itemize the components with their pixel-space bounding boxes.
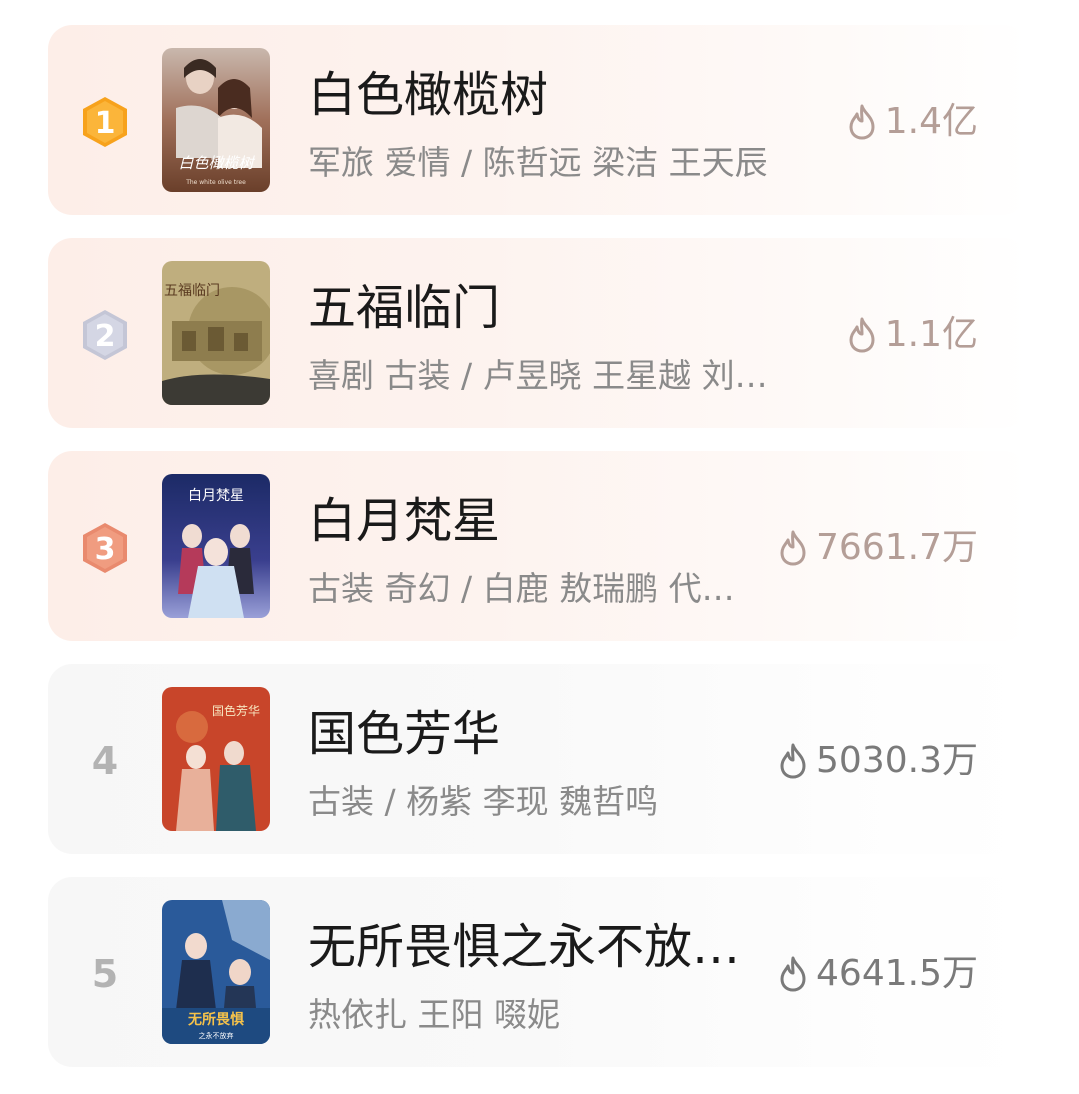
rank-number: 4: [91, 739, 119, 783]
flame-icon: [847, 103, 877, 141]
list-item[interactable]: 3 白月梵星 白月梵星 古装 奇幻 / 白鹿 敖瑞鹏 代… 7661.7万: [48, 451, 1028, 641]
poster-image[interactable]: 五福临门: [162, 261, 270, 405]
rank-number: 2: [95, 319, 116, 354]
heat-value: 4641.5万: [778, 949, 978, 999]
heat-value: 7661.7万: [778, 523, 978, 573]
drama-title: 五福临门: [308, 280, 501, 336]
drama-title: 无所畏惧之永不放…: [308, 919, 741, 975]
poster-image[interactable]: 国色芳华: [162, 687, 270, 831]
poster-title: 白月梵星: [188, 488, 244, 504]
flame-icon: [778, 955, 808, 993]
rank-silver-badge: 2: [80, 308, 130, 362]
poster-title: 白色橄榄树: [178, 154, 255, 172]
rank-number: 3: [95, 532, 116, 567]
list-item[interactable]: 1 白色橄榄树 The white olive tree 白色橄榄树 军旅 爱情…: [48, 25, 1028, 215]
heat-number: 7661.7万: [816, 527, 978, 568]
rank-bronze-badge: 3: [80, 521, 130, 575]
drama-title: 国色芳华: [308, 706, 501, 762]
flame-icon: [778, 529, 808, 567]
poster-image[interactable]: 白月梵星: [162, 474, 270, 618]
poster-subtitle: 之永不放弃: [199, 1031, 234, 1040]
drama-tags: 军旅 爱情 / 陈哲远 梁洁 王天辰: [308, 143, 768, 182]
poster-image[interactable]: 白色橄榄树 The white olive tree: [162, 48, 270, 192]
drama-tags: 古装 奇幻 / 白鹿 敖瑞鹏 代…: [308, 569, 735, 608]
heat-value: 1.4亿: [847, 97, 978, 147]
drama-title: 白月梵星: [308, 493, 501, 549]
rank-gold-badge: 1: [80, 95, 130, 149]
drama-tags: 热依扎 王阳 啜妮: [308, 995, 560, 1034]
heat-value: 1.1亿: [847, 310, 978, 360]
heat-number: 5030.3万: [816, 740, 978, 781]
poster-image[interactable]: 无所畏惧 之永不放弃: [162, 900, 270, 1044]
heat-number: 1.4亿: [884, 101, 978, 142]
rank-number: 5: [91, 952, 119, 996]
poster-title: 国色芳华: [212, 704, 260, 718]
ranking-list: 1 白色橄榄树 The white olive tree 白色橄榄树 军旅 爱情…: [0, 0, 1079, 1094]
poster-title: 五福临门: [164, 283, 220, 299]
heat-number: 1.1亿: [884, 314, 978, 355]
flame-icon: [847, 316, 877, 354]
poster-subtitle: The white olive tree: [185, 179, 246, 186]
drama-tags: 喜剧 古装 / 卢昱晓 王星越 刘…: [308, 356, 768, 395]
list-item[interactable]: 4 国色芳华 国色芳华 古装 / 杨紫 李现 魏哲鸣 5030.3万: [48, 664, 1028, 854]
heat-number: 4641.5万: [816, 953, 978, 994]
list-item[interactable]: 2 五福临门 五福临门 喜剧 古装 / 卢昱晓 王星越 刘… 1.1亿: [48, 238, 1028, 428]
rank-number: 1: [95, 106, 116, 141]
flame-icon: [778, 742, 808, 780]
poster-title: 无所畏惧: [187, 1011, 244, 1028]
drama-title: 白色橄榄树: [308, 67, 549, 123]
list-item[interactable]: 5 无所畏惧 之永不放弃 无所畏惧之永不放… 热依扎 王阳 啜妮 4641.5万: [48, 877, 1028, 1067]
drama-tags: 古装 / 杨紫 李现 魏哲鸣: [308, 782, 659, 821]
heat-value: 5030.3万: [778, 736, 978, 786]
